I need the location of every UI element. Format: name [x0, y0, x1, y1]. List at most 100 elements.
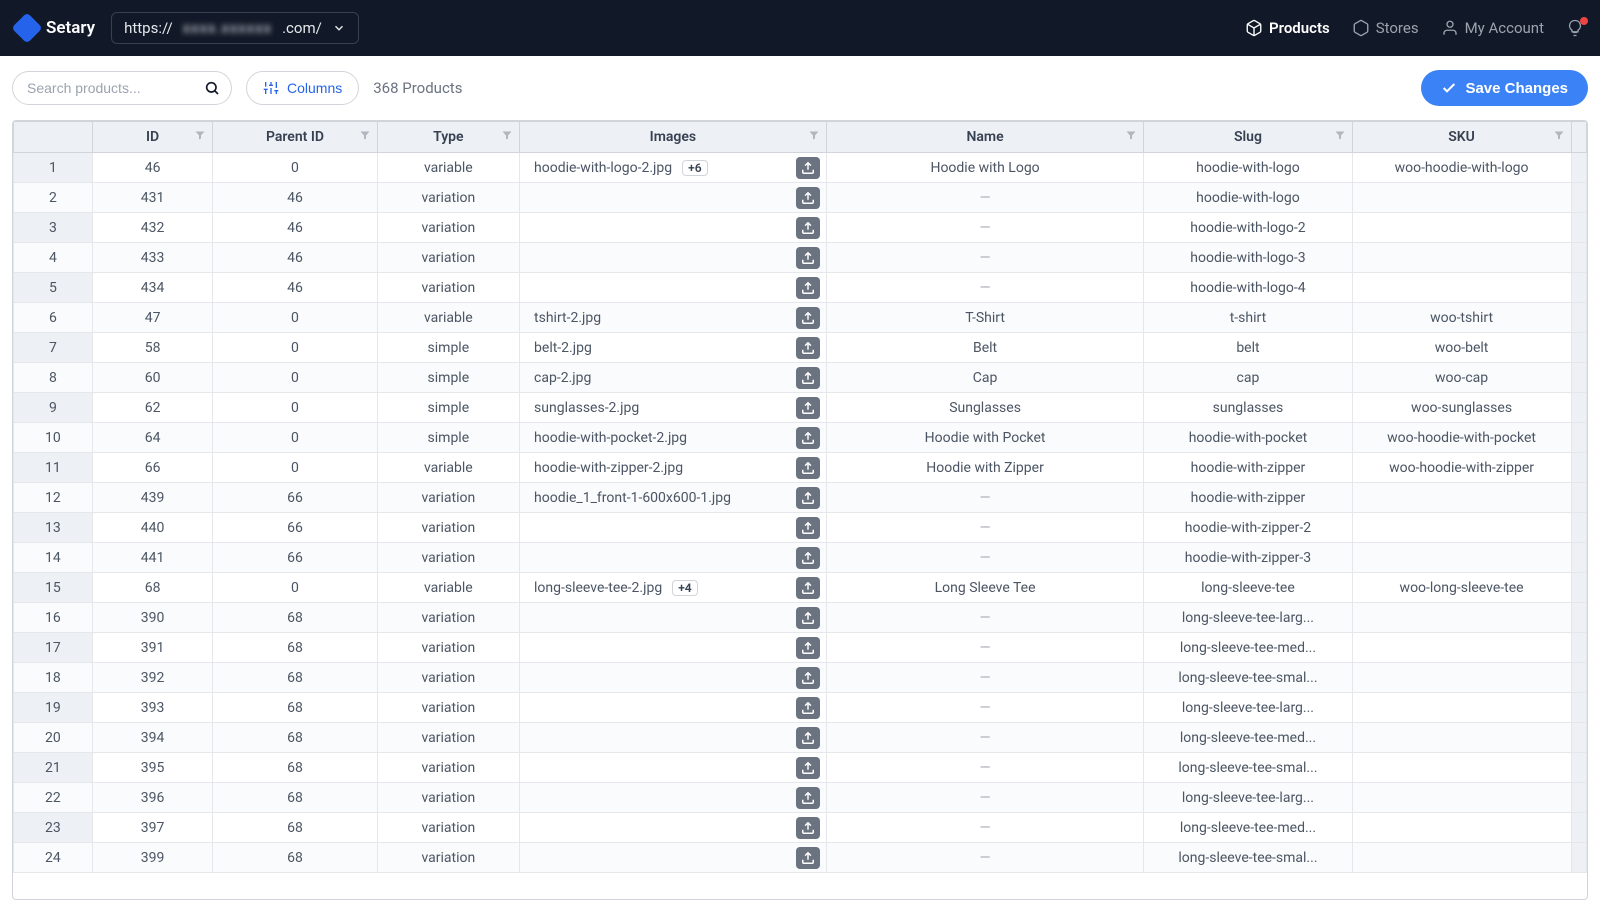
cell-parent[interactable]: 0	[213, 573, 377, 603]
cell-parent[interactable]: 46	[213, 273, 377, 303]
cell-slug[interactable]: long-sleeve-tee-med...	[1144, 813, 1352, 843]
cell-id[interactable]: 390	[92, 603, 212, 633]
columns-button[interactable]: Columns	[246, 71, 359, 105]
cell-sku[interactable]: woo-hoodie-with-zipper	[1352, 453, 1571, 483]
table-row[interactable]: 1344066variation—hoodie-with-zipper-2	[14, 513, 1587, 543]
cell-id[interactable]: 434	[92, 273, 212, 303]
cell-name[interactable]: —	[826, 693, 1144, 723]
cell-images[interactable]: sunglasses-2.jpg	[520, 393, 827, 423]
cell-type[interactable]: simple	[377, 333, 519, 363]
cell-parent[interactable]: 68	[213, 723, 377, 753]
cell-images[interactable]	[520, 843, 827, 873]
cell-name[interactable]: —	[826, 213, 1144, 243]
upload-button[interactable]	[796, 637, 820, 659]
cell-id[interactable]: 58	[92, 333, 212, 363]
cell-images[interactable]	[520, 603, 827, 633]
cell-slug[interactable]: long-sleeve-tee-smal...	[1144, 753, 1352, 783]
upload-button[interactable]	[796, 817, 820, 839]
cell-parent[interactable]: 66	[213, 513, 377, 543]
cell-name[interactable]: —	[826, 273, 1144, 303]
cell-id[interactable]: 46	[92, 153, 212, 183]
cell-name[interactable]: —	[826, 633, 1144, 663]
cell-id[interactable]: 392	[92, 663, 212, 693]
cell-type[interactable]: variable	[377, 453, 519, 483]
cell-name[interactable]: —	[826, 663, 1144, 693]
upload-button[interactable]	[796, 517, 820, 539]
filter-icon[interactable]	[808, 129, 820, 145]
cell-parent[interactable]: 0	[213, 423, 377, 453]
cell-parent[interactable]: 46	[213, 183, 377, 213]
cell-name[interactable]: Long Sleeve Tee	[826, 573, 1144, 603]
filter-icon[interactable]	[1553, 129, 1565, 145]
filter-icon[interactable]	[501, 129, 513, 145]
cell-parent[interactable]: 0	[213, 153, 377, 183]
col-id-header[interactable]: ID	[92, 122, 212, 153]
col-sku-header[interactable]: SKU	[1352, 122, 1571, 153]
nav-stores[interactable]: Stores	[1352, 19, 1419, 37]
cell-sku[interactable]	[1352, 813, 1571, 843]
cell-id[interactable]: 396	[92, 783, 212, 813]
cell-id[interactable]: 66	[92, 453, 212, 483]
filter-icon[interactable]	[1334, 129, 1346, 145]
cell-id[interactable]: 62	[92, 393, 212, 423]
cell-sku[interactable]	[1352, 273, 1571, 303]
cell-slug[interactable]: hoodie-with-zipper-3	[1144, 543, 1352, 573]
cell-parent[interactable]: 68	[213, 783, 377, 813]
save-button[interactable]: Save Changes	[1421, 70, 1588, 106]
table-row[interactable]: 7580simplebelt-2.jpgBeltbeltwoo-belt	[14, 333, 1587, 363]
cell-parent[interactable]: 46	[213, 243, 377, 273]
cell-id[interactable]: 397	[92, 813, 212, 843]
cell-slug[interactable]: long-sleeve-tee-smal...	[1144, 663, 1352, 693]
cell-name[interactable]: Hoodie with Zipper	[826, 453, 1144, 483]
cell-type[interactable]: variation	[377, 693, 519, 723]
upload-button[interactable]	[796, 667, 820, 689]
table-row[interactable]: 1839268variation—long-sleeve-tee-smal...	[14, 663, 1587, 693]
cell-type[interactable]: variation	[377, 843, 519, 873]
cell-type[interactable]: variation	[377, 213, 519, 243]
cell-type[interactable]: variation	[377, 483, 519, 513]
cell-parent[interactable]: 68	[213, 633, 377, 663]
upload-button[interactable]	[796, 607, 820, 629]
table-row[interactable]: 15680variablelong-sleeve-tee-2.jpg+4Long…	[14, 573, 1587, 603]
cell-id[interactable]: 439	[92, 483, 212, 513]
cell-type[interactable]: variation	[377, 633, 519, 663]
cell-slug[interactable]: long-sleeve-tee-larg...	[1144, 603, 1352, 633]
cell-images[interactable]	[520, 243, 827, 273]
cell-name[interactable]: —	[826, 603, 1144, 633]
col-type-header[interactable]: Type	[377, 122, 519, 153]
cell-type[interactable]: variation	[377, 783, 519, 813]
cell-parent[interactable]: 0	[213, 393, 377, 423]
filter-icon[interactable]	[194, 129, 206, 145]
upload-button[interactable]	[796, 757, 820, 779]
nav-feedback[interactable]	[1566, 19, 1584, 37]
table-row[interactable]: 2339768variation—long-sleeve-tee-med...	[14, 813, 1587, 843]
cell-sku[interactable]	[1352, 213, 1571, 243]
cell-sku[interactable]	[1352, 243, 1571, 273]
cell-slug[interactable]: sunglasses	[1144, 393, 1352, 423]
cell-sku[interactable]	[1352, 753, 1571, 783]
cell-sku[interactable]: woo-long-sleeve-tee	[1352, 573, 1571, 603]
table-row[interactable]: 1739168variation—long-sleeve-tee-med...	[14, 633, 1587, 663]
cell-type[interactable]: variation	[377, 513, 519, 543]
cell-name[interactable]: T-Shirt	[826, 303, 1144, 333]
cell-slug[interactable]: hoodie-with-zipper	[1144, 453, 1352, 483]
upload-button[interactable]	[796, 157, 820, 179]
cell-images[interactable]: belt-2.jpg	[520, 333, 827, 363]
cell-images[interactable]	[520, 753, 827, 783]
cell-id[interactable]: 60	[92, 363, 212, 393]
cell-slug[interactable]: hoodie-with-logo-4	[1144, 273, 1352, 303]
cell-type[interactable]: variation	[377, 273, 519, 303]
cell-images[interactable]	[520, 543, 827, 573]
cell-sku[interactable]	[1352, 513, 1571, 543]
table-row[interactable]: 2139568variation—long-sleeve-tee-smal...	[14, 753, 1587, 783]
cell-images[interactable]	[520, 693, 827, 723]
table-row[interactable]: 443346variation—hoodie-with-logo-3	[14, 243, 1587, 273]
cell-name[interactable]: Cap	[826, 363, 1144, 393]
table-row[interactable]: 10640simplehoodie-with-pocket-2.jpgHoodi…	[14, 423, 1587, 453]
cell-slug[interactable]: long-sleeve-tee-med...	[1144, 633, 1352, 663]
cell-type[interactable]: variation	[377, 183, 519, 213]
table-row[interactable]: 2439968variation—long-sleeve-tee-smal...	[14, 843, 1587, 873]
cell-images[interactable]	[520, 783, 827, 813]
cell-parent[interactable]: 46	[213, 213, 377, 243]
cell-slug[interactable]: belt	[1144, 333, 1352, 363]
